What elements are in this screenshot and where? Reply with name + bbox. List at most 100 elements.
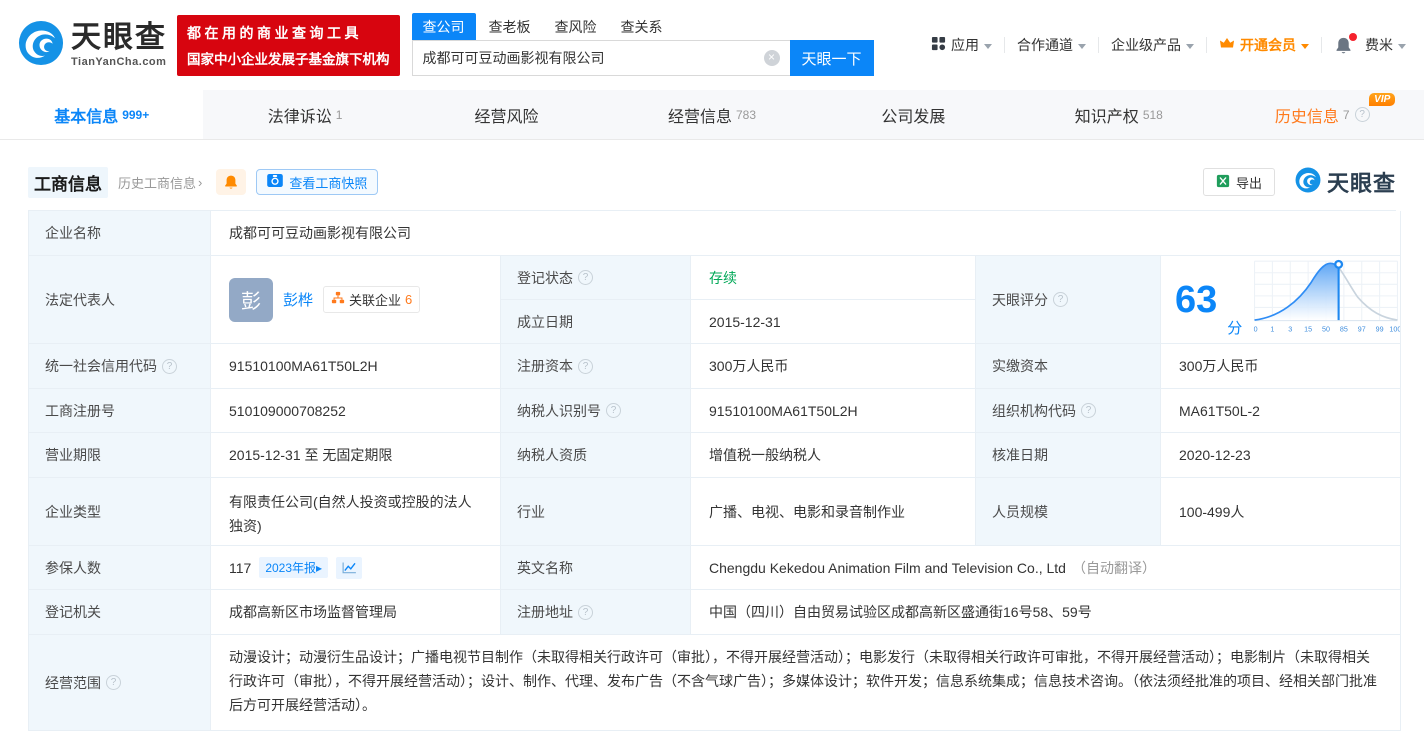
org-chart-icon: [331, 291, 345, 308]
menu-open-vip[interactable]: 开通会员: [1219, 35, 1309, 55]
legal-rep-name-link[interactable]: 彭桦: [283, 289, 313, 310]
english-name-value: Chengdu Kekedou Animation Film and Telev…: [709, 559, 1066, 576]
tyc-score-cell[interactable]: 63 分 0 1 3 15 50 85 97 99 10: [1161, 256, 1402, 344]
chevron-right-icon: ›: [198, 174, 203, 190]
tab-label: 经营信息: [667, 108, 732, 126]
export-button[interactable]: 导出: [1202, 168, 1275, 196]
svg-text:15: 15: [1304, 326, 1312, 334]
menu-user[interactable]: 费米: [1365, 35, 1406, 55]
english-name-cell: Chengdu Kekedou Animation Film and Telev…: [691, 546, 1402, 590]
svg-text:97: 97: [1358, 326, 1366, 334]
company-name-label: 企业名称: [29, 211, 211, 256]
help-icon[interactable]: ?: [578, 270, 593, 285]
reg-address-value: 中国（四川）自由贸易试验区成都高新区盛通街16号58、59号: [691, 590, 1402, 635]
approval-date-value: 2020-12-23: [1161, 433, 1402, 478]
score-distribution-chart: 0 1 3 15 50 85 97 99 100: [1252, 257, 1402, 342]
org-code-label-text: 组织机构代码: [992, 402, 1076, 419]
company-nav-tabs: 基本信息 999+ 法律诉讼 1 经营风险 经营信息 783 公司发展 知识产权…: [0, 90, 1424, 140]
tab-operation-risk[interactable]: 经营风险: [407, 90, 610, 139]
view-snapshot-button[interactable]: 查看工商快照: [256, 169, 379, 195]
search-tab-company[interactable]: 查公司: [411, 13, 476, 41]
help-icon[interactable]: ?: [606, 403, 621, 418]
clear-search-icon[interactable]: ×: [763, 50, 780, 66]
trend-chart-icon[interactable]: [336, 556, 363, 579]
help-icon[interactable]: ?: [578, 604, 593, 620]
credit-code-label: 统一社会信用代码 ?: [29, 344, 211, 389]
related-companies-badge[interactable]: 关联企业 6: [323, 286, 421, 313]
org-code-label: 组织机构代码 ?: [976, 389, 1161, 433]
industry-value: 广播、电视、电影和录音制作业: [691, 478, 976, 546]
svg-text:0: 0: [1254, 326, 1258, 334]
menu-enterprise-label: 企业级产品: [1111, 37, 1181, 53]
reg-authority-label: 登记机关: [29, 590, 211, 635]
search-input[interactable]: [411, 40, 790, 76]
tab-count: 783: [735, 107, 756, 122]
svg-text:99: 99: [1376, 326, 1384, 334]
tab-count: 518: [1142, 107, 1163, 122]
paid-capital-value: 300万人民币: [1161, 344, 1402, 389]
tyc-score-label: 天眼评分 ?: [976, 256, 1161, 344]
svg-text:85: 85: [1340, 326, 1348, 334]
username-label: 费米: [1365, 37, 1393, 53]
logo-domain: TianYanCha.com: [71, 55, 167, 68]
credit-code-label-text: 统一社会信用代码: [45, 358, 157, 374]
reg-status-label-text: 登记状态: [517, 269, 573, 286]
search-tab-boss[interactable]: 查老板: [478, 13, 542, 41]
svg-text:3: 3: [1289, 326, 1293, 334]
search-area: 查公司 查老板 查风险 查关系 × 天眼一下: [411, 13, 874, 76]
tab-intellectual-property[interactable]: 知识产权 518: [1017, 90, 1220, 139]
menu-divider: [1098, 37, 1099, 53]
menu-partner[interactable]: 合作通道: [1017, 35, 1086, 55]
score-unit: 分: [1227, 320, 1243, 337]
search-tab-risk[interactable]: 查风险: [544, 13, 608, 41]
tab-count: 999+: [122, 107, 150, 122]
menu-enterprise[interactable]: 企业级产品: [1111, 35, 1194, 55]
tab-legal-litigation[interactable]: 法律诉讼 1: [203, 90, 406, 139]
tab-basic-info[interactable]: 基本信息 999+: [0, 90, 204, 139]
insured-count-value: 117: [229, 559, 252, 576]
reg-status-value: 存续: [691, 256, 976, 300]
monitor-bell-button[interactable]: [216, 169, 247, 195]
annual-report-badge[interactable]: 2023年报 ▸: [259, 557, 329, 578]
insured-count-cell: 117 2023年报 ▸: [211, 546, 501, 590]
tab-count: 7: [1342, 107, 1350, 122]
company-name-value: 成都可可豆动画影视有限公司: [211, 211, 1402, 256]
reg-capital-value: 300万人民币: [691, 344, 976, 389]
business-scope-label: 经营范围 ?: [29, 635, 211, 731]
tianyancha-logo[interactable]: 天眼查 TianYanCha.com: [18, 20, 167, 71]
menu-apps[interactable]: 应用: [931, 35, 992, 55]
legal-rep-label: 法定代表人: [29, 256, 211, 344]
company-type-label: 企业类型: [29, 478, 211, 546]
slogan-line2: 国家中小企业发展子基金旗下机构: [187, 51, 390, 67]
staff-size-label: 人员规模: [976, 478, 1161, 546]
tab-company-development[interactable]: 公司发展: [814, 90, 1017, 139]
history-business-info-link[interactable]: 历史工商信息 ›: [118, 173, 202, 192]
menu-open-vip-label: 开通会员: [1240, 37, 1296, 53]
legal-rep-cell: 彭 彭桦 关联企业 6: [211, 256, 501, 344]
search-button[interactable]: 天眼一下: [789, 40, 874, 76]
svg-text:50: 50: [1322, 326, 1330, 334]
help-icon[interactable]: ?: [162, 358, 177, 374]
slogan-line1: 都在用的商业查询工具: [187, 24, 362, 41]
reg-address-label: 注册地址 ?: [501, 590, 691, 635]
auto-translate-note: （自动翻译）: [1071, 559, 1156, 576]
help-icon[interactable]: ?: [1081, 403, 1096, 418]
tab-label: 法律诉讼: [267, 108, 332, 126]
reg-capital-label: 注册资本 ?: [501, 344, 691, 389]
help-icon[interactable]: ?: [578, 358, 593, 374]
notification-bell-icon[interactable]: [1334, 32, 1357, 55]
help-icon[interactable]: ?: [1354, 107, 1370, 122]
help-icon[interactable]: ?: [1053, 292, 1068, 307]
search-tab-relation[interactable]: 查关系: [610, 13, 674, 41]
tab-operation-info[interactable]: 经营信息 783: [610, 90, 813, 139]
reg-number-value: 510109000708252: [211, 389, 501, 433]
establish-date-label: 成立日期: [501, 300, 691, 344]
tab-history-info[interactable]: VIP 历史信息 7 ?: [1221, 90, 1424, 139]
svg-text:100: 100: [1390, 326, 1401, 334]
logo-title: 天眼查: [71, 20, 167, 54]
reg-address-label-text: 注册地址: [517, 604, 573, 620]
business-term-value: 2015-12-31 至 无固定期限: [211, 433, 501, 478]
legal-rep-avatar[interactable]: 彭: [229, 277, 273, 322]
camera-icon: [267, 174, 284, 190]
help-icon[interactable]: ?: [106, 675, 121, 690]
